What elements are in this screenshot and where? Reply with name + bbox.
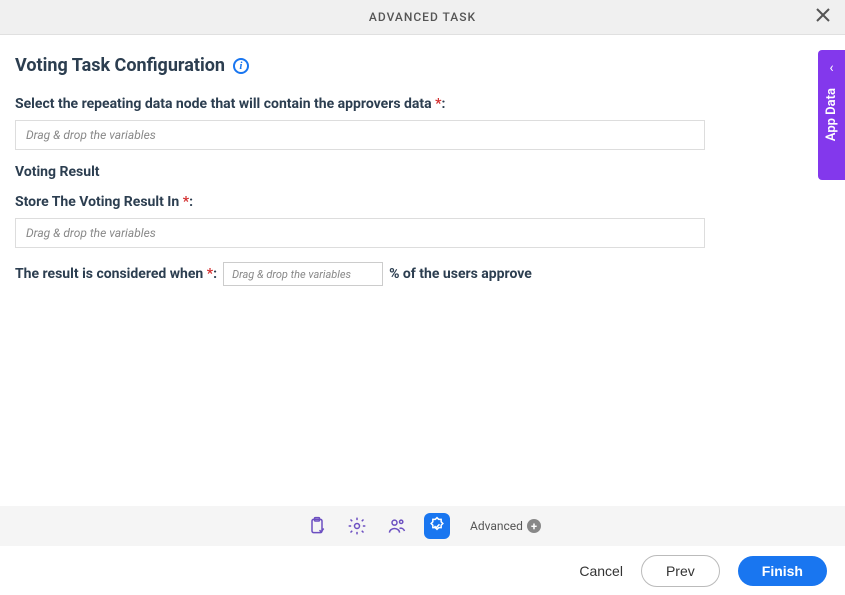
content-area: Voting Task Configuration i Select the r…: [0, 35, 845, 286]
threshold-input[interactable]: Drag & drop the variables: [223, 262, 383, 286]
step-advanced-icon[interactable]: [424, 513, 450, 539]
threshold-prefix: The result is considered when *:: [15, 266, 217, 282]
threshold-placeholder: Drag & drop the variables: [232, 268, 351, 281]
side-tab-label: App Data: [824, 88, 839, 141]
step-users-icon[interactable]: [384, 513, 410, 539]
step-clipboard-icon[interactable]: [304, 513, 330, 539]
page-title-row: Voting Task Configuration i: [15, 55, 830, 76]
info-icon[interactable]: i: [233, 58, 249, 74]
voting-result-heading: Voting Result: [15, 164, 830, 180]
step-gear-icon[interactable]: [344, 513, 370, 539]
store-result-placeholder: Drag & drop the variables: [26, 226, 156, 240]
footer-bar: Cancel Prev Finish: [0, 546, 845, 595]
store-result-label-text: Store The Voting Result In: [15, 194, 183, 210]
store-result-label: Store The Voting Result In *:: [15, 194, 830, 210]
advanced-text: Advanced: [470, 519, 523, 533]
label-colon: :: [189, 194, 193, 210]
store-result-input[interactable]: Drag & drop the variables: [15, 218, 705, 248]
header-bar: ADVANCED TASK: [0, 0, 845, 35]
advanced-label-group[interactable]: Advanced +: [470, 519, 541, 533]
cancel-button[interactable]: Cancel: [579, 563, 623, 579]
approvers-label-text: Select the repeating data node that will…: [15, 96, 435, 112]
app-data-tab[interactable]: ‹ App Data: [818, 50, 845, 180]
close-icon[interactable]: [816, 8, 830, 26]
approvers-input[interactable]: Drag & drop the variables: [15, 120, 705, 150]
plus-circle-icon: +: [527, 519, 541, 533]
stepper-bar: Advanced +: [0, 506, 845, 546]
prev-button[interactable]: Prev: [641, 555, 720, 587]
threshold-suffix: % of the users approve: [389, 266, 532, 282]
label-colon: :: [441, 96, 445, 112]
chevron-left-icon: ‹: [829, 60, 833, 76]
page-title: Voting Task Configuration: [15, 55, 225, 76]
label-colon: :: [213, 266, 217, 282]
finish-button[interactable]: Finish: [738, 556, 827, 586]
threshold-row: The result is considered when *: Drag & …: [15, 262, 830, 286]
approvers-label: Select the repeating data node that will…: [15, 96, 830, 112]
approvers-placeholder: Drag & drop the variables: [26, 128, 156, 142]
header-title: ADVANCED TASK: [369, 10, 476, 24]
